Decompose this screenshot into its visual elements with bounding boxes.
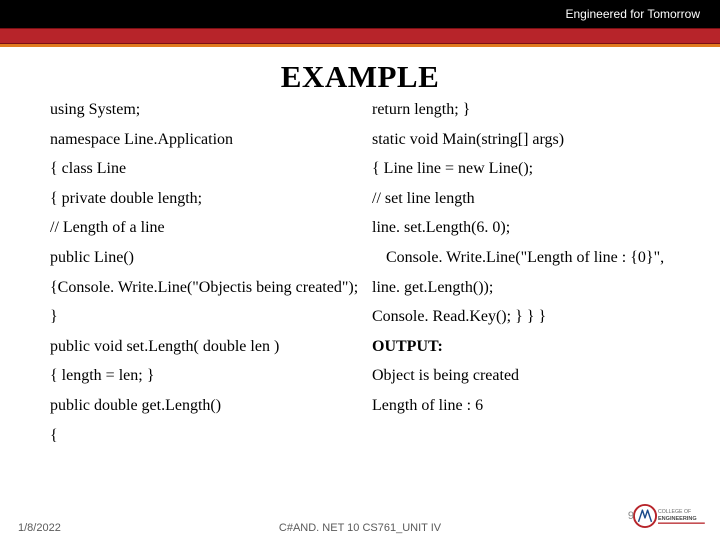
output-line: Length of line : 6 xyxy=(372,397,670,415)
code-line: // set line length xyxy=(372,190,670,208)
slide-title: EXAMPLE xyxy=(0,59,720,95)
right-column: return length; } static void Main(string… xyxy=(370,101,670,444)
red-bar xyxy=(0,28,720,44)
college-logo: COLLEGE OF ENGINEERING xyxy=(632,498,710,534)
code-line: // Length of a line xyxy=(50,219,370,237)
code-line: { xyxy=(50,427,370,445)
code-line: { length = len; } xyxy=(50,367,370,385)
page-number: 9 xyxy=(628,510,634,522)
code-line: { private double length; xyxy=(50,190,370,208)
footer-center: C#AND. NET 10 CS761_UNIT IV xyxy=(279,522,441,534)
content-area: using System; namespace Line.Application… xyxy=(0,101,720,444)
code-line: Console. Write.Line("Length of line : {0… xyxy=(372,249,670,267)
code-line: namespace Line.Application xyxy=(50,131,370,149)
code-line: public double get.Length() xyxy=(50,397,370,415)
code-line: public void set.Length( double len ) xyxy=(50,338,370,356)
orange-line xyxy=(0,44,720,47)
footer-date: 1/8/2022 xyxy=(18,522,61,534)
output-label: OUTPUT: xyxy=(372,338,670,356)
code-line: public Line() xyxy=(50,249,370,267)
code-line: line. set.Length(6. 0); xyxy=(372,219,670,237)
code-line: static void Main(string[] args) xyxy=(372,131,670,149)
code-line: {Console. Write.Line("Objectis being cre… xyxy=(50,279,370,297)
header-bar: Engineered for Tomorrow xyxy=(0,0,720,28)
code-line: line. get.Length()); xyxy=(372,279,670,297)
code-line: } xyxy=(50,308,370,326)
left-column: using System; namespace Line.Application… xyxy=(50,101,370,444)
logo-text-bottom: ENGINEERING xyxy=(658,516,697,522)
output-line: Object is being created xyxy=(372,367,670,385)
header-tagline: Engineered for Tomorrow xyxy=(565,7,700,21)
code-line: { Line line = new Line(); xyxy=(372,160,670,178)
code-line: return length; } xyxy=(372,101,670,119)
code-line: Console. Read.Key(); } } } xyxy=(372,308,670,326)
code-line: { class Line xyxy=(50,160,370,178)
logo-text-top: COLLEGE OF xyxy=(658,509,691,515)
code-line: using System; xyxy=(50,101,370,119)
